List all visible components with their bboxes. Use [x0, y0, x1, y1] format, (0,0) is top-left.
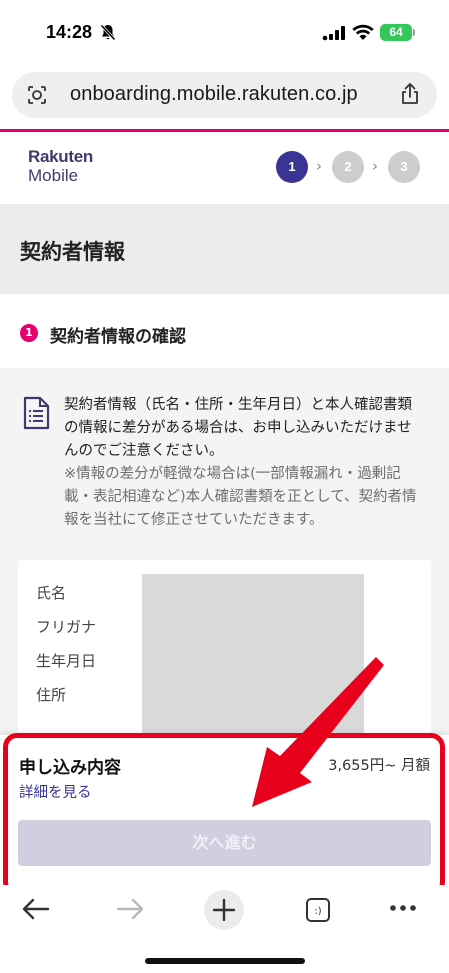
- page-title-band: 契約者情報: [0, 204, 449, 294]
- page-title: 契約者情報: [20, 240, 125, 264]
- forward-arrow-icon[interactable]: [114, 895, 146, 923]
- signal-icon: [322, 26, 345, 41]
- home-indicator[interactable]: [145, 958, 305, 964]
- document-icon: [23, 396, 50, 430]
- new-tab-plus-icon[interactable]: [203, 889, 245, 931]
- battery-indicator: 64: [380, 24, 412, 41]
- rakuten-mobile-logo[interactable]: Rakuten Mobile: [28, 148, 93, 186]
- notice-text: 契約者情報（氏名・住所・生年月日）と本人確認書類の情報に差分がある場合は、お申し…: [64, 394, 426, 532]
- chevron-right-icon: ›: [372, 157, 378, 175]
- address-bar[interactable]: onboarding.mobile.rakuten.co.jp: [12, 72, 437, 118]
- section-title: 契約者情報の確認: [50, 327, 186, 347]
- url-text[interactable]: onboarding.mobile.rakuten.co.jp: [70, 83, 358, 106]
- step-1: 1: [276, 151, 308, 183]
- label-name: 氏名: [36, 584, 67, 602]
- logo-line1: Rakuten: [28, 147, 93, 166]
- notice-sub: ※情報の差分が軽微な場合は(一部情報漏れ・過剰記載・表記相違など)本人確認書類を…: [64, 466, 417, 528]
- page-settings-icon[interactable]: [26, 84, 48, 106]
- wifi-icon: [352, 24, 374, 40]
- notice-main: 契約者情報（氏名・住所・生年月日）と本人確認書類の情報に差分がある場合は、お申し…: [64, 397, 412, 459]
- label-furigana: フリガナ: [36, 618, 97, 636]
- logo-line2: Mobile: [28, 166, 79, 185]
- chevron-right-icon: ›: [316, 157, 322, 175]
- status-time: 14:28: [46, 22, 93, 42]
- back-arrow-icon[interactable]: [20, 895, 52, 923]
- label-address: 住所: [36, 686, 67, 704]
- step-3: 3: [388, 151, 420, 183]
- share-icon[interactable]: [399, 82, 421, 106]
- status-bar: 14:28 64: [0, 0, 449, 64]
- bell-off-icon: [100, 24, 116, 41]
- more-menu-icon[interactable]: [388, 903, 418, 913]
- label-birthdate: 生年月日: [36, 652, 97, 670]
- section-number-badge: 1: [20, 324, 38, 342]
- site-header: Rakuten Mobile 1 › 2 › 3: [0, 132, 449, 204]
- svg-text::): :): [314, 906, 321, 917]
- tabs-icon[interactable]: :): [304, 897, 332, 923]
- step-2: 2: [332, 151, 364, 183]
- battery-tip: [413, 29, 415, 36]
- section-heading: 1 契約者情報の確認: [0, 294, 449, 368]
- annotation-arrow-icon: [252, 657, 384, 807]
